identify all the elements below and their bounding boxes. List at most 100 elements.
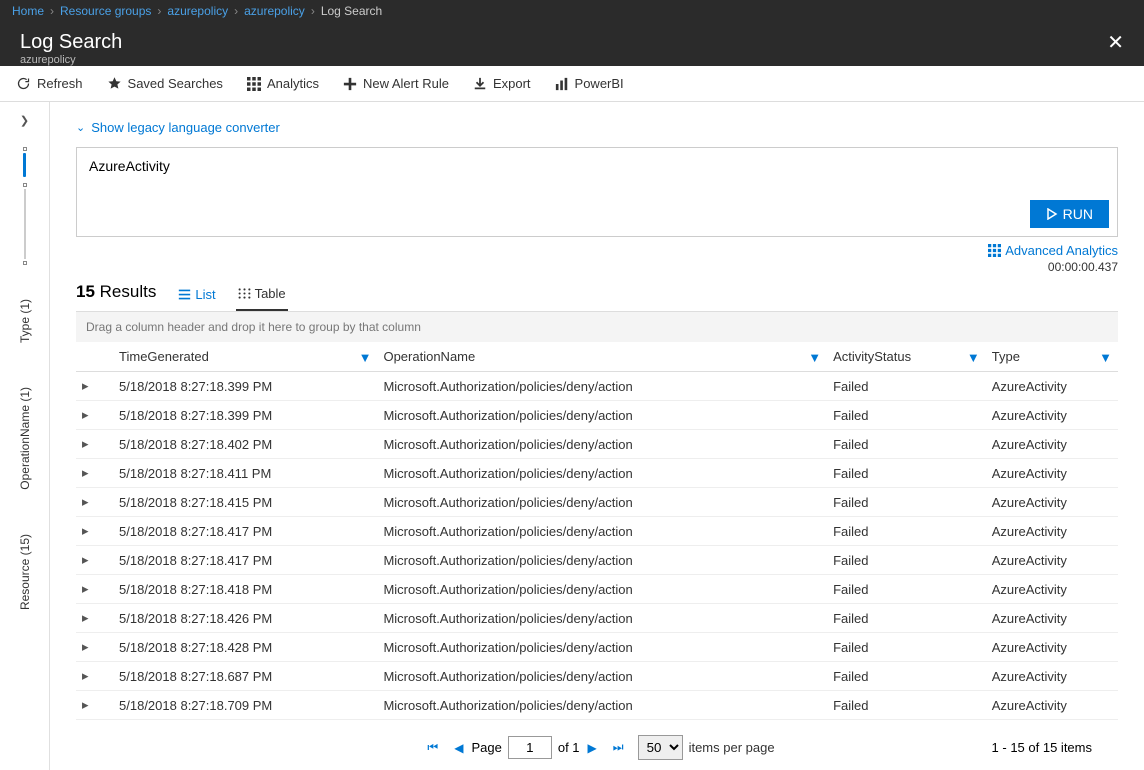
run-button[interactable]: RUN — [1030, 200, 1109, 228]
table-row[interactable]: ▸5/18/2018 8:27:18.709 PMMicrosoft.Autho… — [76, 691, 1118, 720]
table-row[interactable]: ▸5/18/2018 8:27:18.417 PMMicrosoft.Autho… — [76, 546, 1118, 575]
page-subtitle: azurepolicy — [20, 54, 122, 66]
col-time[interactable]: TimeGenerated▼ — [113, 342, 377, 372]
cell-time: 5/18/2018 8:27:18.687 PM — [113, 662, 377, 691]
advanced-analytics-link[interactable]: Advanced Analytics — [988, 243, 1118, 258]
page-next-icon[interactable]: ▶ — [588, 741, 597, 755]
table-row[interactable]: ▸5/18/2018 8:27:18.411 PMMicrosoft.Autho… — [76, 459, 1118, 488]
view-table-tab[interactable]: Table — [236, 280, 288, 311]
cell-type: AzureActivity — [986, 575, 1118, 604]
breadcrumb-azurepolicy2[interactable]: azurepolicy — [244, 4, 305, 18]
cell-time: 5/18/2018 8:27:18.418 PM — [113, 575, 377, 604]
legacy-converter-link[interactable]: ⌄ Show legacy language converter — [76, 120, 1118, 135]
cell-type: AzureActivity — [986, 546, 1118, 575]
new-alert-label: New Alert Rule — [363, 76, 449, 91]
results-bar: 15 Results List Table — [76, 280, 1118, 312]
analytics-button[interactable]: Analytics — [247, 76, 319, 91]
col-type[interactable]: Type▼ — [986, 342, 1118, 372]
query-input[interactable] — [89, 158, 1105, 178]
cell-type: AzureActivity — [986, 633, 1118, 662]
page-prev-icon[interactable]: ◀ — [454, 741, 463, 755]
row-expand-icon[interactable]: ▸ — [76, 662, 113, 691]
cell-operation: Microsoft.Authorization/policies/deny/ac… — [377, 401, 827, 430]
table-row[interactable]: ▸5/18/2018 8:27:18.399 PMMicrosoft.Autho… — [76, 401, 1118, 430]
breadcrumb-azurepolicy1[interactable]: azurepolicy — [167, 4, 228, 18]
row-expand-icon[interactable]: ▸ — [76, 691, 113, 720]
cell-operation: Microsoft.Authorization/policies/deny/ac… — [377, 662, 827, 691]
row-expand-icon[interactable]: ▸ — [76, 401, 113, 430]
cell-status: Failed — [827, 691, 986, 720]
cell-type: AzureActivity — [986, 517, 1118, 546]
results-count: 15 Results — [76, 282, 156, 310]
export-label: Export — [493, 76, 531, 91]
cell-status: Failed — [827, 488, 986, 517]
table-row[interactable]: ▸5/18/2018 8:27:18.418 PMMicrosoft.Autho… — [76, 575, 1118, 604]
row-expand-icon[interactable]: ▸ — [76, 575, 113, 604]
cell-operation: Microsoft.Authorization/policies/deny/ac… — [377, 372, 827, 401]
cell-operation: Microsoft.Authorization/policies/deny/ac… — [377, 517, 827, 546]
filter-icon[interactable]: ▼ — [359, 350, 372, 365]
refresh-button[interactable]: Refresh — [16, 76, 83, 91]
cell-operation: Microsoft.Authorization/policies/deny/ac… — [377, 604, 827, 633]
breadcrumb-home[interactable]: Home — [12, 4, 44, 18]
cell-type: AzureActivity — [986, 604, 1118, 633]
row-expand-icon[interactable]: ▸ — [76, 430, 113, 459]
main-panel: ⌄ Show legacy language converter RUN Adv… — [50, 102, 1144, 770]
breadcrumb: Home› Resource groups› azurepolicy› azur… — [0, 0, 1144, 22]
page-last-icon[interactable]: ⏭ — [613, 740, 624, 755]
powerbi-button[interactable]: PowerBI — [555, 76, 624, 91]
rail-operation[interactable]: OperationName (1) — [18, 387, 32, 490]
view-list-tab[interactable]: List — [176, 281, 217, 310]
filter-icon[interactable]: ▼ — [967, 350, 980, 365]
download-icon — [473, 77, 487, 91]
table-row[interactable]: ▸5/18/2018 8:27:18.687 PMMicrosoft.Autho… — [76, 662, 1118, 691]
filter-icon[interactable]: ▼ — [1099, 350, 1112, 365]
group-hint[interactable]: Drag a column header and drop it here to… — [76, 312, 1118, 342]
analytics-label: Analytics — [267, 76, 319, 91]
cell-operation: Microsoft.Authorization/policies/deny/ac… — [377, 633, 827, 662]
page-first-icon[interactable]: ⏮ — [427, 740, 438, 755]
row-expand-icon[interactable]: ▸ — [76, 604, 113, 633]
row-expand-icon[interactable]: ▸ — [76, 372, 113, 401]
cell-type: AzureActivity — [986, 488, 1118, 517]
rail-type[interactable]: Type (1) — [18, 299, 32, 343]
new-alert-button[interactable]: New Alert Rule — [343, 76, 449, 91]
list-icon — [178, 288, 191, 301]
col-operation[interactable]: OperationName▼ — [377, 342, 827, 372]
col-status[interactable]: ActivityStatus▼ — [827, 342, 986, 372]
rail-expand-icon[interactable]: ❯ — [20, 114, 29, 127]
close-icon[interactable]: ✕ — [1107, 30, 1124, 55]
table-row[interactable]: ▸5/18/2018 8:27:18.415 PMMicrosoft.Autho… — [76, 488, 1118, 517]
cell-status: Failed — [827, 517, 986, 546]
cell-operation: Microsoft.Authorization/policies/deny/ac… — [377, 691, 827, 720]
per-page-select[interactable]: 50 — [638, 735, 683, 760]
page-input[interactable] — [508, 736, 552, 759]
row-expand-icon[interactable]: ▸ — [76, 633, 113, 662]
saved-searches-button[interactable]: Saved Searches — [107, 76, 223, 91]
cell-status: Failed — [827, 662, 986, 691]
rail-resource[interactable]: Resource (15) — [18, 534, 32, 610]
filter-icon[interactable]: ▼ — [808, 350, 821, 365]
cell-status: Failed — [827, 633, 986, 662]
table-row[interactable]: ▸5/18/2018 8:27:18.426 PMMicrosoft.Autho… — [76, 604, 1118, 633]
table-row[interactable]: ▸5/18/2018 8:27:18.399 PMMicrosoft.Autho… — [76, 372, 1118, 401]
breadcrumb-resource-groups[interactable]: Resource groups — [60, 4, 151, 18]
export-button[interactable]: Export — [473, 76, 531, 91]
table-row[interactable]: ▸5/18/2018 8:27:18.417 PMMicrosoft.Autho… — [76, 517, 1118, 546]
cell-status: Failed — [827, 546, 986, 575]
plus-icon — [343, 77, 357, 91]
content: ❯ Type (1) OperationName (1) Resource (1… — [0, 102, 1144, 770]
row-expand-icon[interactable]: ▸ — [76, 517, 113, 546]
table-row[interactable]: ▸5/18/2018 8:27:18.428 PMMicrosoft.Autho… — [76, 633, 1118, 662]
cell-operation: Microsoft.Authorization/policies/deny/ac… — [377, 488, 827, 517]
refresh-icon — [16, 76, 31, 91]
row-expand-icon[interactable]: ▸ — [76, 459, 113, 488]
cell-type: AzureActivity — [986, 401, 1118, 430]
cell-operation: Microsoft.Authorization/policies/deny/ac… — [377, 575, 827, 604]
run-label: RUN — [1063, 206, 1093, 222]
cell-status: Failed — [827, 575, 986, 604]
row-expand-icon[interactable]: ▸ — [76, 488, 113, 517]
row-expand-icon[interactable]: ▸ — [76, 546, 113, 575]
table-row[interactable]: ▸5/18/2018 8:27:18.402 PMMicrosoft.Autho… — [76, 430, 1118, 459]
cell-type: AzureActivity — [986, 430, 1118, 459]
